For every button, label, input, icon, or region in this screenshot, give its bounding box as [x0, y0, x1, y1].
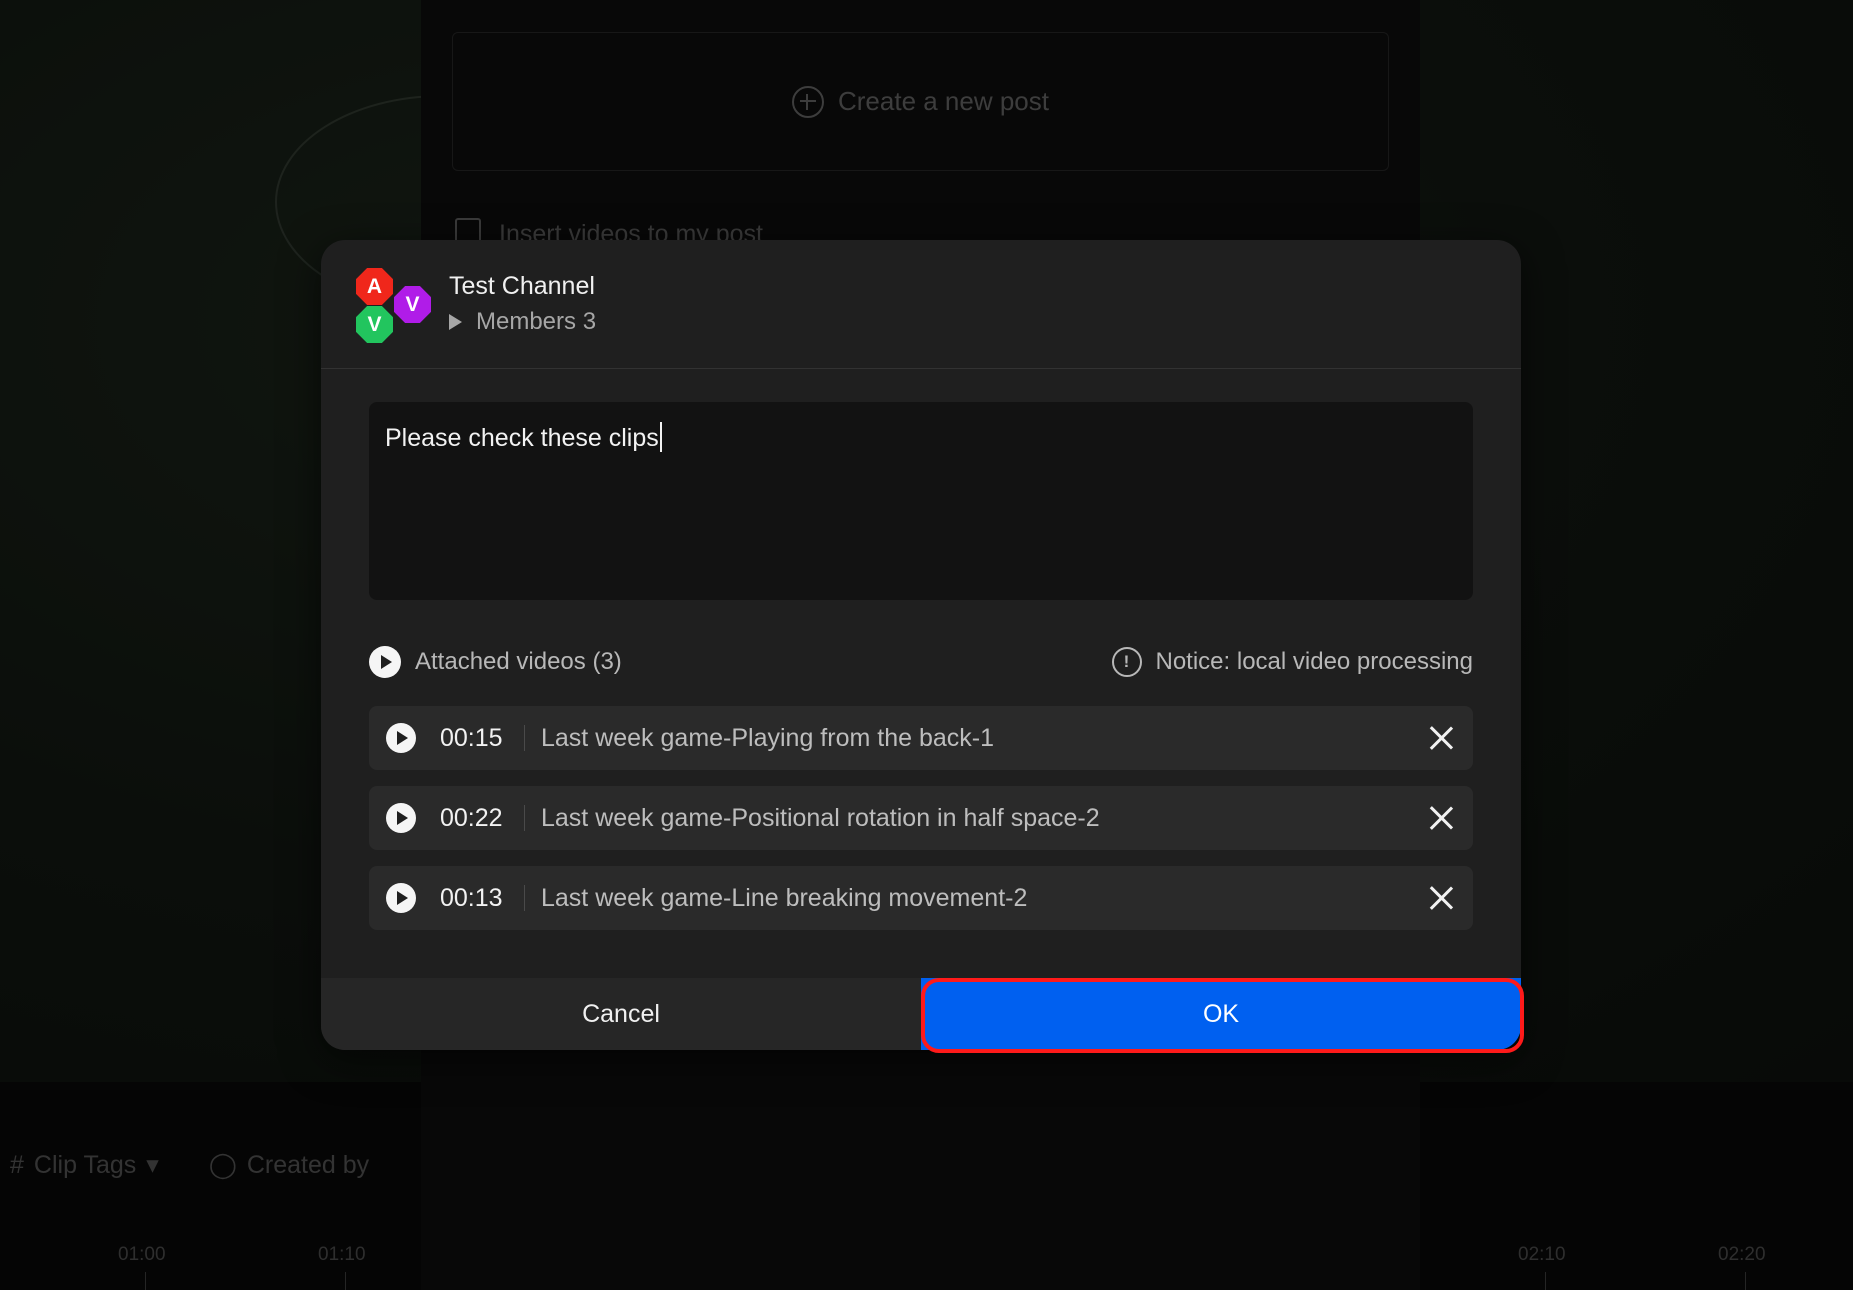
video-duration: 00:15 — [440, 723, 503, 752]
video-duration: 00:22 — [440, 803, 503, 832]
play-icon[interactable] — [386, 803, 416, 833]
message-text: Please check these clips — [385, 424, 659, 452]
separator — [524, 805, 525, 831]
play-icon[interactable] — [386, 723, 416, 753]
attached-videos-heading: Attached videos (3) — [369, 646, 622, 678]
attachments-header: Attached videos (3) ! Notice: local vide… — [369, 642, 1473, 682]
channel-avatars: A V V — [356, 268, 436, 348]
video-list-item: 00:22 Last week game-Positional rotation… — [369, 786, 1473, 850]
video-title: Last week game-Line breaking movement-2 — [541, 883, 1028, 912]
video-list-item: 00:15 Last week game-Playing from the ba… — [369, 706, 1473, 770]
expand-triangle-icon — [449, 314, 462, 330]
ok-button[interactable]: OK — [921, 978, 1521, 1050]
close-icon[interactable] — [1429, 726, 1453, 750]
video-title: Last week game-Playing from the back-1 — [541, 723, 994, 752]
avatar: V — [356, 306, 393, 343]
channel-name: Test Channel — [449, 272, 595, 300]
play-icon — [369, 646, 401, 678]
separator — [524, 885, 525, 911]
message-input[interactable]: Please check these clips — [369, 402, 1473, 600]
play-icon[interactable] — [386, 883, 416, 913]
dialog-header: A V V Test Channel Members 3 — [321, 240, 1521, 369]
video-list-item: 00:13 Last week game-Line breaking movem… — [369, 866, 1473, 930]
message-text-wrap: Please check these clips — [385, 422, 662, 453]
text-caret — [659, 422, 662, 452]
avatar: V — [394, 286, 431, 323]
post-dialog: A V V Test Channel Members 3 Please chec… — [321, 240, 1521, 1050]
notice-link[interactable]: ! Notice: local video processing — [1111, 647, 1474, 677]
members-label: Members 3 — [476, 308, 597, 335]
separator — [524, 725, 525, 751]
close-icon[interactable] — [1429, 886, 1453, 910]
attached-video-list: 00:15 Last week game-Playing from the ba… — [369, 706, 1473, 946]
members-toggle[interactable]: Members 3 — [449, 308, 596, 336]
cancel-button[interactable]: Cancel — [321, 978, 921, 1050]
avatar: A — [356, 268, 393, 305]
dialog-footer: Cancel OK — [321, 978, 1521, 1050]
exclamation-icon: ! — [1111, 647, 1142, 677]
video-title: Last week game-Positional rotation in ha… — [541, 803, 1100, 832]
attached-videos-label: Attached videos (3) — [415, 648, 622, 675]
video-duration: 00:13 — [440, 883, 503, 912]
notice-label: Notice: local video processing — [1155, 648, 1474, 675]
close-icon[interactable] — [1429, 806, 1453, 830]
